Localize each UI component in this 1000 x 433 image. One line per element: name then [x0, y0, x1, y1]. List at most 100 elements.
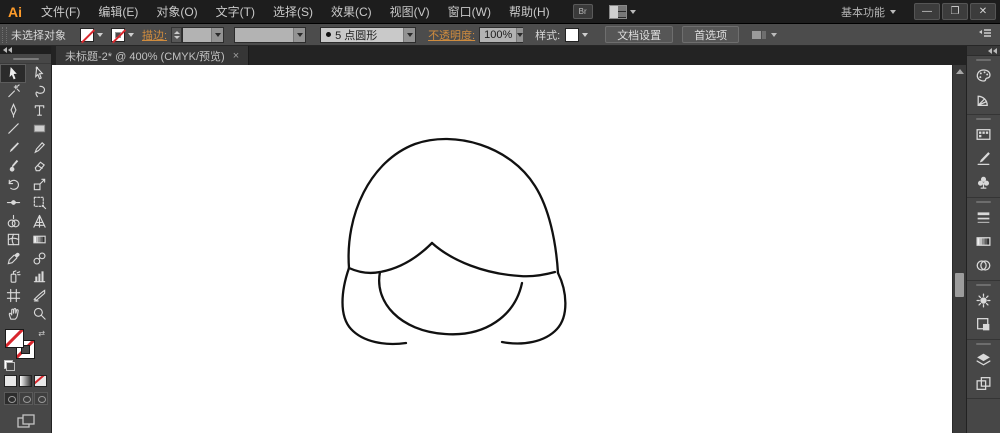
artboard-tool[interactable]: [0, 286, 26, 305]
dock-group-grip[interactable]: [967, 281, 1000, 288]
menu-item-0[interactable]: 文件(F): [32, 0, 89, 24]
swatches-panel-button[interactable]: [967, 122, 1000, 146]
draw-behind-mode-icon[interactable]: [19, 392, 33, 405]
chevron-down-icon[interactable]: [293, 28, 305, 42]
panel-grip[interactable]: [2, 27, 7, 43]
align-options-icon[interactable]: [751, 29, 777, 41]
fill-color-none-swatch[interactable]: [5, 329, 24, 348]
draw-inside-mode-icon[interactable]: [34, 392, 48, 405]
artboards-panel-button[interactable]: [967, 371, 1000, 395]
symbol-sprayer-tool[interactable]: [0, 268, 26, 287]
width-tool[interactable]: [0, 194, 26, 213]
brushes-panel-button[interactable]: [967, 146, 1000, 170]
preferences-button[interactable]: 首选项: [682, 26, 739, 43]
eraser-tool[interactable]: [26, 157, 52, 176]
document-setup-button[interactable]: 文档设置: [605, 26, 673, 43]
menu-item-8[interactable]: 帮助(H): [500, 0, 559, 24]
menu-item-2[interactable]: 对象(O): [147, 0, 206, 24]
opacity-field[interactable]: 100%: [479, 27, 523, 43]
tools-collapse-button[interactable]: [0, 46, 51, 54]
default-fill-stroke-icon[interactable]: [4, 360, 13, 369]
rotate-tool[interactable]: [0, 175, 26, 194]
tools-drag-grip[interactable]: [0, 54, 51, 64]
blend-tool[interactable]: [26, 249, 52, 268]
slice-tool[interactable]: [26, 286, 52, 305]
lasso-tool[interactable]: [26, 83, 52, 102]
chevron-down-icon[interactable]: [582, 33, 588, 37]
dock-group-grip[interactable]: [967, 340, 1000, 347]
chevron-down-icon[interactable]: [128, 33, 134, 37]
style-swatch[interactable]: [565, 28, 579, 42]
chevron-down-icon[interactable]: [403, 28, 415, 42]
color-panel-button[interactable]: [967, 63, 1000, 87]
brush-definition-dropdown[interactable]: 5 点圆形: [320, 27, 416, 43]
type-tool[interactable]: [26, 101, 52, 120]
gradient-panel-button[interactable]: [967, 229, 1000, 253]
control-panel-menu-icon[interactable]: [978, 26, 992, 44]
artboard-canvas[interactable]: [52, 65, 952, 433]
rectangle-tool[interactable]: [26, 120, 52, 139]
width-profile-dropdown[interactable]: [234, 27, 306, 43]
fill-swatch-none[interactable]: [80, 28, 94, 42]
eyedropper-tool[interactable]: [0, 249, 26, 268]
shape-builder-tool[interactable]: [0, 212, 26, 231]
symbols-panel-button[interactable]: [967, 170, 1000, 194]
menu-item-4[interactable]: 选择(S): [264, 0, 322, 24]
chevron-down-icon[interactable]: [211, 28, 223, 42]
chevron-down-icon[interactable]: [516, 28, 523, 42]
graphic-styles-panel-button[interactable]: [967, 312, 1000, 336]
minimize-button[interactable]: —: [914, 3, 940, 20]
gradient-button[interactable]: [19, 375, 32, 387]
mesh-tool[interactable]: [0, 231, 26, 250]
document-tab[interactable]: 未标题-2* @ 400% (CMYK/预览)×: [56, 46, 249, 65]
scrollbar-thumb[interactable]: [955, 273, 964, 297]
screen-mode-button[interactable]: [0, 414, 51, 429]
free-transform-tool[interactable]: [26, 194, 52, 213]
selection-tool[interactable]: [0, 64, 26, 83]
magic-wand-tool[interactable]: [0, 83, 26, 102]
line-segment-tool[interactable]: [0, 120, 26, 139]
stroke-weight-field[interactable]: [182, 27, 224, 43]
pen-tool[interactable]: [0, 101, 26, 120]
opacity-panel-link[interactable]: 不透明度:: [428, 27, 475, 43]
paintbrush-tool[interactable]: [0, 138, 26, 157]
menu-item-5[interactable]: 效果(C): [322, 0, 381, 24]
arrange-documents-icon[interactable]: [609, 5, 636, 19]
swap-fill-stroke-icon[interactable]: ⇄: [38, 329, 45, 338]
pencil-tool[interactable]: [26, 138, 52, 157]
menu-item-3[interactable]: 文字(T): [207, 0, 264, 24]
stroke-panel-link[interactable]: 描边:: [142, 27, 167, 43]
color-guide-panel-button[interactable]: [967, 87, 1000, 111]
scale-tool[interactable]: [26, 175, 52, 194]
draw-normal-mode-icon[interactable]: [4, 392, 18, 405]
stroke-swatch-none[interactable]: [111, 28, 125, 42]
vertical-scrollbar[interactable]: [952, 65, 966, 433]
menu-item-1[interactable]: 编辑(E): [89, 0, 147, 24]
none-button[interactable]: [34, 375, 47, 387]
scroll-up-arrow[interactable]: [953, 65, 966, 77]
tab-close-icon[interactable]: ×: [233, 50, 239, 62]
dock-group-grip[interactable]: [967, 198, 1000, 205]
restore-button[interactable]: ❐: [942, 3, 968, 20]
blob-brush-tool[interactable]: [0, 157, 26, 176]
perspective-grid-tool[interactable]: [26, 212, 52, 231]
stroke-weight-stepper[interactable]: [171, 27, 182, 43]
menu-item-7[interactable]: 窗口(W): [439, 0, 500, 24]
bridge-icon[interactable]: Br: [573, 4, 593, 19]
dock-group-grip[interactable]: [967, 56, 1000, 63]
gradient-tool[interactable]: [26, 231, 52, 250]
dock-group-grip[interactable]: [967, 115, 1000, 122]
color-button[interactable]: [4, 375, 17, 387]
layers-panel-button[interactable]: [967, 347, 1000, 371]
stroke-panel-button[interactable]: [967, 205, 1000, 229]
direct-selection-tool[interactable]: [26, 64, 52, 83]
hand-tool[interactable]: [0, 305, 26, 324]
close-button[interactable]: ✕: [970, 3, 996, 20]
transparency-panel-button[interactable]: [967, 253, 1000, 277]
column-graph-tool[interactable]: [26, 268, 52, 287]
appearance-panel-button[interactable]: [967, 288, 1000, 312]
workspace-switcher[interactable]: 基本功能: [841, 4, 896, 20]
chevron-down-icon[interactable]: [97, 33, 103, 37]
menu-item-6[interactable]: 视图(V): [381, 0, 439, 24]
zoom-tool[interactable]: [26, 305, 52, 324]
